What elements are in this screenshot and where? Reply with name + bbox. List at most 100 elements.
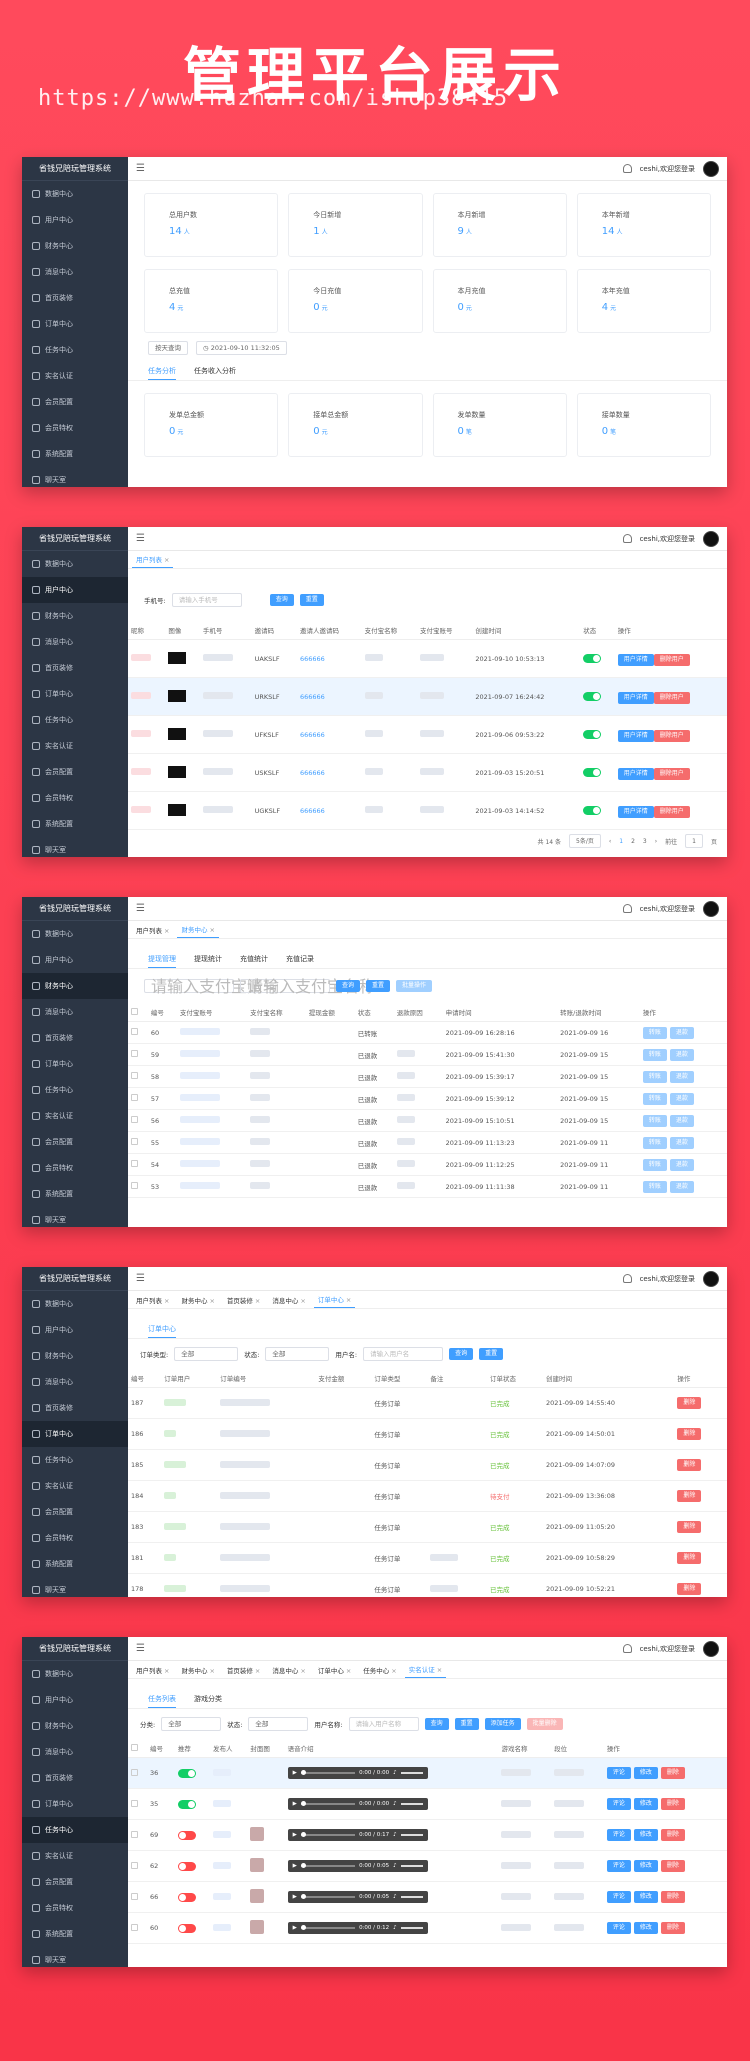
- volume-icon[interactable]: ♪: [393, 1832, 397, 1838]
- row-checkbox[interactable]: [128, 1757, 148, 1789]
- reset-button[interactable]: 重置: [479, 1348, 504, 1360]
- sidebar-item-11[interactable]: 聊天室: [22, 837, 128, 857]
- audio-player[interactable]: ▶ 0:00 / 0:00 ♪: [284, 1757, 499, 1789]
- range-select[interactable]: 按天查询: [148, 341, 188, 355]
- page-tab-1[interactable]: 财务中心 ×: [177, 921, 219, 938]
- delete-user-button[interactable]: 删除用户: [653, 653, 690, 666]
- recommend-toggle[interactable]: [174, 1819, 210, 1851]
- page-tab-4[interactable]: 订单中心 ×: [313, 1291, 356, 1308]
- close-icon[interactable]: ×: [255, 1297, 260, 1305]
- sidebar-item-8[interactable]: 会员配置: [22, 759, 128, 785]
- sidebar-item-6[interactable]: 任务中心: [22, 337, 128, 363]
- sidebar-item-9[interactable]: 会员特权: [22, 785, 128, 811]
- sidebar-item-0[interactable]: 数据中心: [22, 1661, 128, 1687]
- sidebar-item-1[interactable]: 用户中心: [22, 207, 128, 233]
- close-icon[interactable]: ×: [300, 1297, 305, 1305]
- sidebar-item-3[interactable]: 消息中心: [22, 1369, 128, 1395]
- username-input[interactable]: 请输入用户名: [363, 1347, 444, 1361]
- alipay-name-input[interactable]: 请输入支付宝名称: [240, 979, 375, 995]
- row-checkbox[interactable]: [128, 1912, 148, 1944]
- page-tab-2[interactable]: 首页装修 ×: [223, 1292, 264, 1308]
- sidebar-item-7[interactable]: 实名认证: [22, 1843, 128, 1869]
- close-icon[interactable]: ×: [209, 1667, 214, 1675]
- volume-icon[interactable]: ♪: [393, 1925, 397, 1931]
- delete-button[interactable]: 删除: [677, 1583, 702, 1595]
- comment-button[interactable]: 评论: [606, 1798, 631, 1810]
- user-detail-button[interactable]: 用户详情: [617, 767, 654, 780]
- sidebar-item-4[interactable]: 首页装修: [22, 1765, 128, 1791]
- page-tab-1[interactable]: 财务中心 ×: [177, 1662, 218, 1678]
- sidebar-item-2[interactable]: 财务中心: [22, 1713, 128, 1739]
- refund-button[interactable]: 退款: [669, 1048, 694, 1061]
- transfer-button[interactable]: 转账: [642, 1026, 667, 1039]
- edit-button[interactable]: 修改: [633, 1829, 658, 1841]
- audio-player[interactable]: ▶ 0:00 / 0:17 ♪: [284, 1819, 499, 1851]
- sub-tab-2[interactable]: 充值统计: [240, 951, 268, 968]
- row-checkbox[interactable]: [128, 1087, 148, 1110]
- add-task-button[interactable]: 添加任务: [484, 1718, 521, 1730]
- page-tab-0[interactable]: 用户列表 ×: [132, 551, 174, 568]
- sub-tab-1[interactable]: 提现统计: [194, 951, 222, 968]
- delete-button[interactable]: 删除: [677, 1490, 702, 1502]
- play-icon[interactable]: ▶: [293, 1832, 297, 1838]
- sidebar-item-4[interactable]: 首页装修: [22, 285, 128, 311]
- refund-button[interactable]: 退款: [669, 1158, 694, 1171]
- delete-button[interactable]: 删除: [660, 1767, 685, 1779]
- recommend-toggle[interactable]: [174, 1757, 210, 1789]
- close-icon[interactable]: ×: [437, 1666, 442, 1674]
- page-tab-3[interactable]: 消息中心 ×: [268, 1662, 309, 1678]
- audio-progress[interactable]: [300, 1801, 356, 1806]
- page-tab-5[interactable]: 任务中心 ×: [359, 1662, 400, 1678]
- tab-1[interactable]: 任务收入分析: [194, 363, 236, 380]
- delete-button[interactable]: 删除: [677, 1552, 702, 1564]
- sidebar-item-1[interactable]: 用户中心: [22, 577, 128, 603]
- delete-button[interactable]: 删除: [660, 1798, 685, 1810]
- sidebar-item-5[interactable]: 订单中心: [22, 1051, 128, 1077]
- delete-user-button[interactable]: 删除用户: [653, 805, 690, 818]
- audio-progress[interactable]: [300, 1770, 356, 1775]
- sidebar-item-5[interactable]: 订单中心: [22, 681, 128, 707]
- sidebar-item-6[interactable]: 任务中心: [22, 1817, 128, 1843]
- avatar[interactable]: [703, 160, 719, 177]
- sidebar-item-7[interactable]: 实名认证: [22, 1103, 128, 1129]
- next-page[interactable]: ›: [655, 838, 657, 845]
- row-checkbox[interactable]: [128, 1065, 148, 1088]
- sidebar-item-0[interactable]: 数据中心: [22, 551, 128, 577]
- row-checkbox[interactable]: [128, 1021, 148, 1044]
- recommend-toggle[interactable]: [174, 1850, 210, 1882]
- audio-player[interactable]: ▶ 0:00 / 0:00 ♪: [284, 1788, 499, 1820]
- sidebar-item-0[interactable]: 数据中心: [22, 181, 128, 207]
- page-3[interactable]: 3: [643, 838, 647, 845]
- sidebar-item-3[interactable]: 消息中心: [22, 999, 128, 1025]
- status-select[interactable]: 全部: [265, 1347, 330, 1361]
- status-toggle[interactable]: [580, 791, 615, 830]
- sidebar-item-9[interactable]: 会员特权: [22, 1155, 128, 1181]
- user-detail-button[interactable]: 用户详情: [617, 805, 654, 818]
- refund-button[interactable]: 退款: [669, 1136, 694, 1149]
- sidebar-item-10[interactable]: 系统配置: [22, 1921, 128, 1947]
- sidebar-item-7[interactable]: 实名认证: [22, 733, 128, 759]
- audio-progress[interactable]: [300, 1925, 356, 1930]
- menu-toggle-icon[interactable]: ☰: [136, 1643, 145, 1654]
- audio-progress[interactable]: [300, 1863, 356, 1868]
- prev-page[interactable]: ‹: [609, 838, 611, 845]
- select-all-checkbox[interactable]: [128, 1003, 148, 1022]
- volume-slider[interactable]: [400, 1896, 423, 1898]
- edit-button[interactable]: 修改: [633, 1891, 658, 1903]
- comment-button[interactable]: 评论: [606, 1922, 631, 1934]
- row-checkbox[interactable]: [128, 1850, 148, 1882]
- sidebar-item-8[interactable]: 会员配置: [22, 1869, 128, 1895]
- menu-toggle-icon[interactable]: ☰: [136, 903, 145, 914]
- sidebar-item-6[interactable]: 任务中心: [22, 1447, 128, 1473]
- play-icon[interactable]: ▶: [293, 1801, 297, 1807]
- close-icon[interactable]: ×: [164, 1297, 169, 1305]
- volume-slider[interactable]: [400, 1834, 423, 1836]
- row-checkbox[interactable]: [128, 1175, 148, 1198]
- transfer-button[interactable]: 转账: [642, 1114, 667, 1127]
- sidebar-item-2[interactable]: 财务中心: [22, 973, 128, 999]
- sub-tab-1[interactable]: 游戏分类: [194, 1691, 222, 1708]
- edit-button[interactable]: 修改: [633, 1798, 658, 1810]
- sidebar-item-10[interactable]: 系统配置: [22, 441, 128, 467]
- select-all-checkbox[interactable]: [128, 1739, 148, 1758]
- goto-input[interactable]: 1: [685, 834, 703, 848]
